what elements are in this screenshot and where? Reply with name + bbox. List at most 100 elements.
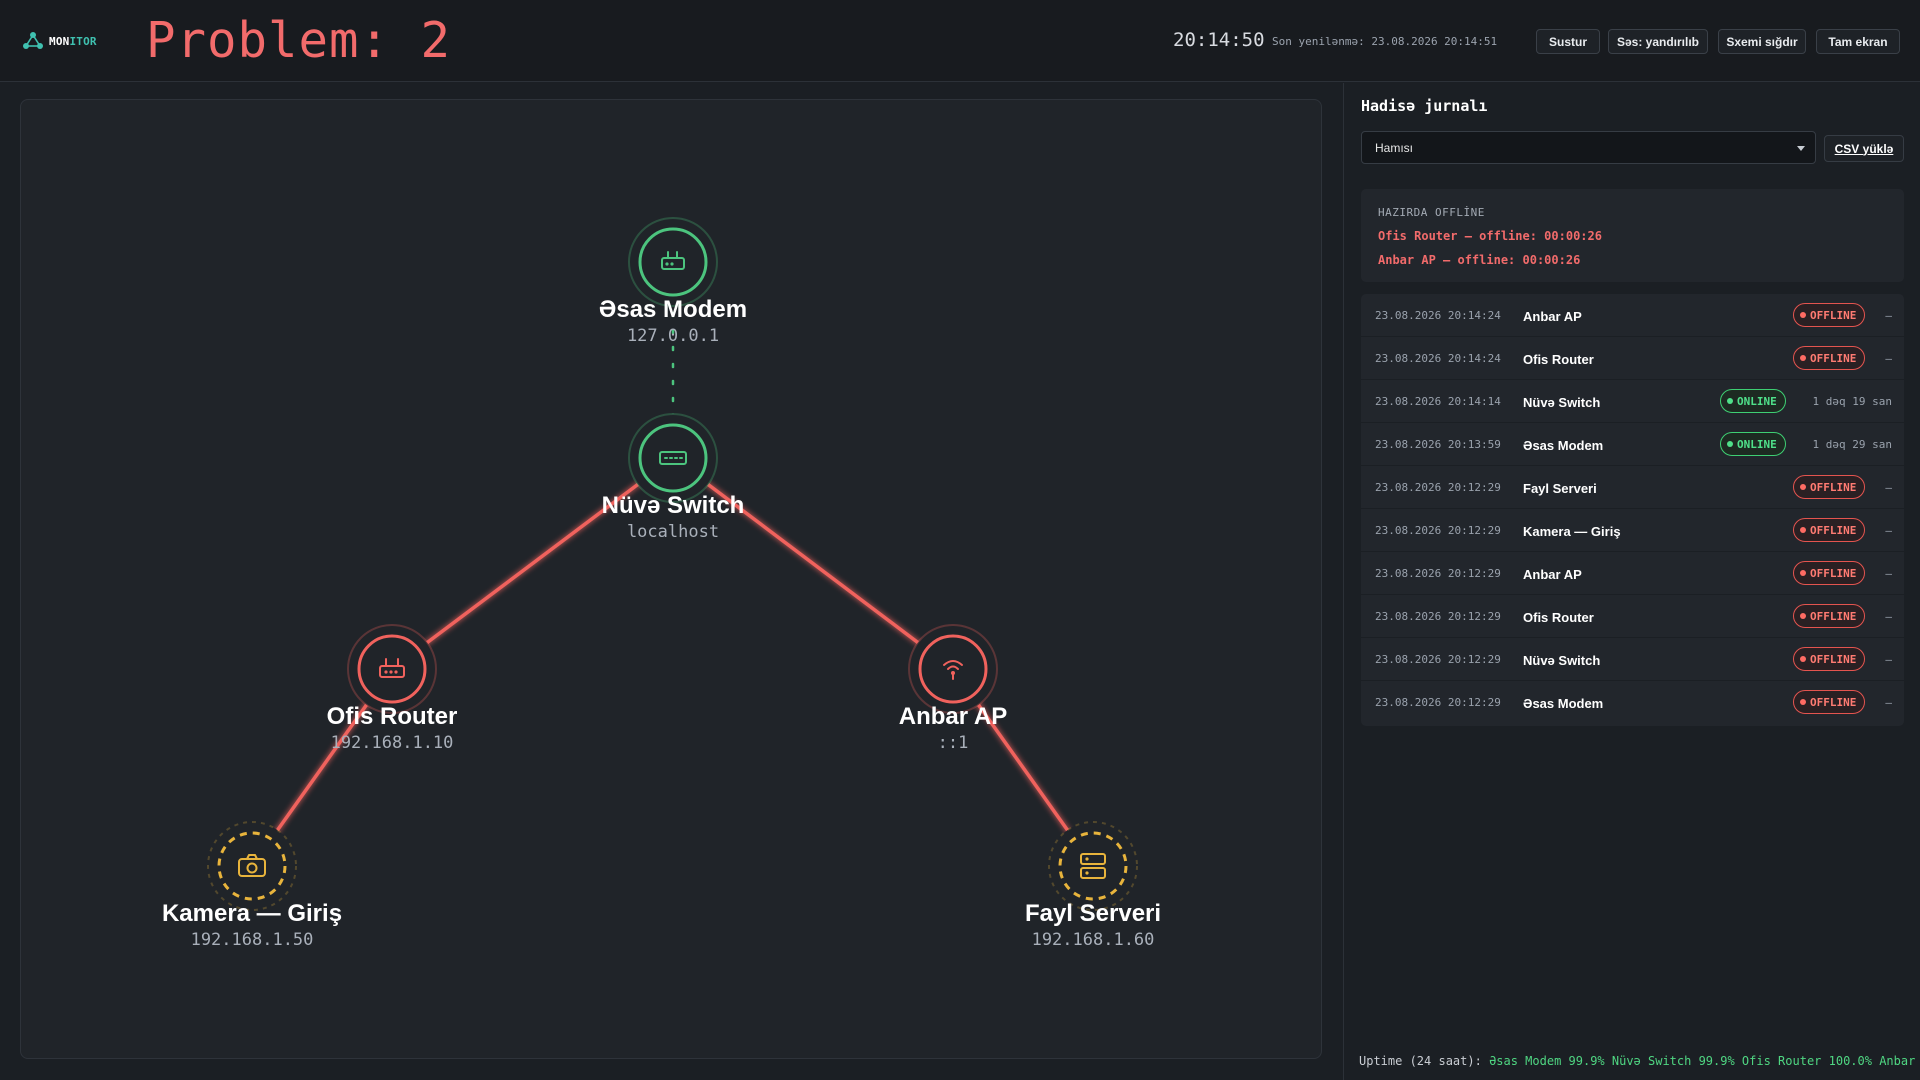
log-time: 23.08.2026 20:14:14	[1375, 395, 1501, 408]
log-device: Anbar AP	[1523, 567, 1582, 582]
log-duration: –	[1885, 481, 1892, 494]
offline-heading: HAZIRDA OFFLİNE	[1378, 206, 1485, 219]
log-row: 23.08.2026 20:12:29 Fayl Serveri OFFLINE –	[1361, 466, 1904, 509]
log-row: 23.08.2026 20:12:29 Nüvə Switch OFFLINE –	[1361, 638, 1904, 681]
log-row: 23.08.2026 20:14:24 Anbar AP OFFLINE –	[1361, 294, 1904, 337]
log-time: 23.08.2026 20:12:29	[1375, 481, 1501, 494]
chevron-down-icon	[1797, 146, 1805, 151]
status-dot-icon	[1800, 527, 1806, 533]
node-ip: 127.0.0.1	[626, 326, 720, 346]
status-text: OFFLINE	[1810, 308, 1857, 322]
log-device: Anbar AP	[1523, 309, 1582, 324]
log-duration: –	[1885, 524, 1892, 537]
csv-download-button[interactable]: CSV yüklə	[1824, 135, 1904, 162]
status-badge: OFFLINE	[1793, 561, 1866, 585]
node-server[interactable]	[1048, 821, 1138, 911]
node-modem[interactable]	[628, 217, 718, 307]
status-text: ONLINE	[1737, 394, 1777, 408]
status-text: OFFLINE	[1810, 609, 1857, 623]
topology-map[interactable]: Əsas Modem 127.0.0.1 Nüvə Switch localhost O…	[20, 99, 1322, 1059]
status-text: OFFLINE	[1810, 652, 1857, 666]
node-camera[interactable]	[207, 821, 297, 911]
status-dot-icon	[1800, 613, 1806, 619]
node-ap[interactable]	[908, 624, 998, 714]
status-badge: OFFLINE	[1793, 475, 1866, 499]
node-ip: 192.168.1.10	[330, 733, 454, 753]
offline-item: Ofis Router — offline: 00:00:26	[1378, 229, 1602, 243]
node-switch[interactable]	[628, 413, 718, 503]
status-dot-icon	[1800, 570, 1806, 576]
log-duration: –	[1885, 653, 1892, 666]
fullscreen-button[interactable]: Tam ekran	[1816, 29, 1900, 54]
node-name: Fayl Serveri	[1024, 900, 1162, 927]
problem-counter: Problem: 2	[146, 12, 452, 69]
log-time: 23.08.2026 20:12:29	[1375, 567, 1501, 580]
log-row: 23.08.2026 20:14:14 Nüvə Switch ONLINE 1 də…	[1361, 380, 1904, 423]
status-badge: OFFLINE	[1793, 604, 1866, 628]
status-badge: ONLINE	[1720, 432, 1786, 456]
log-time: 23.08.2026 20:12:29	[1375, 524, 1501, 537]
mute-button[interactable]: Sustur	[1536, 29, 1600, 54]
status-text: OFFLINE	[1810, 566, 1857, 580]
status-dot-icon	[1800, 699, 1806, 705]
status-dot-icon	[1800, 656, 1806, 662]
status-dot-icon	[1800, 312, 1806, 318]
status-dot-icon	[1800, 355, 1806, 361]
link-switch-ap	[671, 456, 955, 671]
log-row: 23.08.2026 20:14:24 Ofis Router OFFLINE –	[1361, 337, 1904, 380]
log-time: 23.08.2026 20:12:29	[1375, 610, 1501, 623]
log-duration: –	[1885, 567, 1892, 580]
last-refresh: Son yenilənmə: 23.08.2026 20:14:51	[1272, 35, 1498, 48]
log-duration: –	[1885, 696, 1892, 709]
log-device: Nüvə Switch	[1523, 395, 1601, 410]
log-device: Əsas Modem	[1523, 438, 1604, 453]
log-row: 23.08.2026 20:12:29 Kamera — Giriş OFFLINE…	[1361, 509, 1904, 552]
sound-toggle-button[interactable]: Səs: yandırılıb	[1608, 29, 1708, 54]
node-name: Nüvə Switch	[601, 492, 745, 519]
filter-selected-value: Hamısı	[1375, 141, 1414, 155]
status-text: OFFLINE	[1810, 480, 1857, 494]
status-dot-icon	[1727, 398, 1733, 404]
clock: 20:14:50	[1173, 29, 1265, 51]
status-text: ONLINE	[1737, 437, 1777, 451]
node-ip: ::1	[937, 733, 969, 753]
network-logo-icon	[23, 32, 43, 49]
log-device: Kamera — Giriş	[1523, 524, 1621, 539]
log-device: Ofis Router	[1523, 610, 1594, 625]
fit-diagram-button[interactable]: Sxemi sığdır	[1718, 29, 1806, 54]
logo: MONITOR	[22, 30, 97, 52]
status-badge: OFFLINE	[1793, 303, 1866, 327]
status-text: OFFLINE	[1810, 523, 1857, 537]
node-name: Anbar AP	[898, 703, 1008, 730]
log-row: 23.08.2026 20:12:29 Ofis Router OFFLINE –	[1361, 595, 1904, 638]
log-time: 23.08.2026 20:12:29	[1375, 696, 1501, 709]
top-bar: MONITOR Problem: 2 20:14:50 Son yenilənm…	[0, 0, 1920, 82]
status-badge: OFFLINE	[1793, 518, 1866, 542]
status-badge: OFFLINE	[1793, 346, 1866, 370]
log-duration: –	[1885, 309, 1892, 322]
log-time: 23.08.2026 20:13:59	[1375, 438, 1501, 451]
status-badge: OFFLINE	[1793, 690, 1866, 714]
log-time: 23.08.2026 20:14:24	[1375, 352, 1501, 365]
panel-title: Hadisə jurnalı	[1361, 97, 1488, 115]
status-dot-icon	[1800, 484, 1806, 490]
uptime-values: Əsas Modem 99.9% Nüvə Switch 99.9% Ofis …	[1489, 1054, 1916, 1068]
node-name: Ofis Router	[326, 703, 458, 730]
log-device: Ofis Router	[1523, 352, 1594, 367]
status-text: OFFLINE	[1810, 695, 1857, 709]
status-badge: OFFLINE	[1793, 647, 1866, 671]
node-ip: 192.168.1.50	[190, 930, 314, 950]
log-duration: –	[1885, 352, 1892, 365]
log-time: 23.08.2026 20:12:29	[1375, 653, 1501, 666]
current-offline-box: HAZIRDA OFFLİNE Ofis Router — offline: 0…	[1361, 189, 1904, 282]
offline-item: Anbar AP — offline: 00:00:26	[1378, 253, 1581, 267]
log-duration: 1 dəq 19 san	[1812, 395, 1892, 408]
node-router[interactable]	[347, 624, 437, 714]
status-dot-icon	[1727, 441, 1733, 447]
node-name: Əsas Modem	[598, 296, 748, 323]
status-text: OFFLINE	[1810, 351, 1857, 365]
log-row: 23.08.2026 20:12:29 Əsas Modem OFFLINE –	[1361, 681, 1904, 724]
status-filter-select[interactable]: Hamısı	[1361, 131, 1816, 164]
log-duration: 1 dəq 29 san	[1812, 438, 1892, 451]
log-device: Əsas Modem	[1523, 696, 1604, 711]
